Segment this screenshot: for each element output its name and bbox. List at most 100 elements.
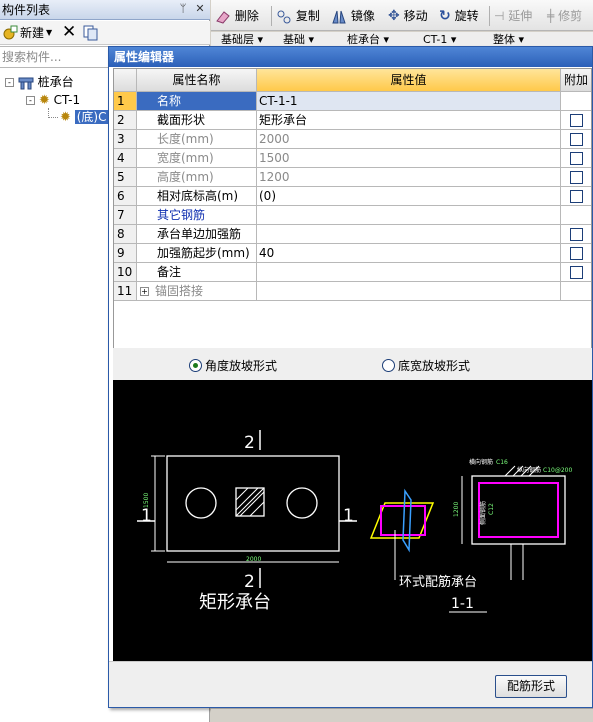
row-number: 3	[114, 130, 137, 149]
property-name-text: 备注	[157, 265, 182, 279]
property-value[interactable]: CT-1-1	[257, 92, 561, 111]
annot-side-val: C12	[488, 503, 495, 515]
type-select[interactable]: 桩承台 ▾	[347, 33, 389, 47]
new-component-button[interactable]: 新建 ▼	[2, 24, 52, 41]
row-number: 4	[114, 149, 137, 168]
pile-cap-icon	[18, 77, 34, 89]
property-name-text: 宽度(mm)	[157, 151, 214, 165]
rebar-form-button[interactable]: 配筋形式	[495, 675, 567, 698]
extra-checkbox[interactable]	[570, 114, 583, 127]
column-header-extra: 附加	[561, 69, 591, 92]
property-name: 截面形状	[137, 111, 257, 130]
column-hatch-lines	[235, 487, 265, 517]
new-component-label: 新建	[20, 26, 45, 40]
property-value[interactable]: 矩形承台	[257, 111, 561, 130]
tree-node-pile-cap[interactable]: - 桩承台	[5, 73, 74, 91]
radio-angle-label: 角度放坡形式	[205, 359, 278, 373]
property-extra-cell	[561, 111, 591, 130]
trim-button[interactable]: ╪ 修剪	[547, 6, 582, 26]
section-mark-right: 1	[343, 506, 354, 526]
extra-checkbox[interactable]	[570, 266, 583, 279]
scope-select[interactable]: 整体 ▾	[493, 33, 524, 47]
property-name: 加强筋起步(mm)	[137, 244, 257, 263]
expand-icon[interactable]: +	[140, 287, 149, 296]
section-mark-bottom: 2	[244, 572, 255, 592]
gear-icon: ✹	[60, 110, 71, 125]
mirror-button[interactable]: 镜像	[331, 6, 375, 26]
property-name-text: 名称	[157, 94, 182, 108]
move-button[interactable]: ✥ 移动	[388, 6, 428, 26]
extend-icon: ⊣	[494, 9, 505, 23]
column-header-value: 属性值	[257, 69, 561, 92]
new-component-icon	[3, 25, 18, 39]
delete-button[interactable]: 删除	[215, 6, 259, 26]
cad-preview: 2 1500 2000 1 1 2 矩形承台 环式配筋承台 1200 横向钢筋 …	[113, 380, 592, 661]
extra-checkbox[interactable]	[570, 247, 583, 260]
radio-angle-dot[interactable]	[189, 359, 202, 372]
new-dropdown-icon[interactable]: ▼	[46, 28, 52, 37]
rotate-icon: ↻	[439, 8, 451, 24]
extra-checkbox[interactable]	[570, 228, 583, 241]
tree-collapse-icon[interactable]: -	[5, 78, 14, 87]
section-mark-top: 2	[244, 433, 255, 453]
toolbar-separator	[489, 6, 490, 26]
mirror-label: 镜像	[350, 9, 375, 23]
annot-horizontal-val: C16	[496, 459, 508, 466]
plan-caption: 矩形承台	[199, 592, 271, 613]
move-label: 移动	[403, 9, 428, 23]
row-number: 5	[114, 168, 137, 187]
copy-component-icon[interactable]	[83, 25, 99, 41]
property-editor-title: 属性编辑器	[109, 47, 592, 67]
property-name: 承台单边加强筋	[137, 225, 257, 244]
radio-width-dot[interactable]	[382, 359, 395, 372]
extra-checkbox[interactable]	[570, 190, 583, 203]
eraser-icon	[216, 10, 230, 24]
property-extra-cell	[561, 206, 591, 225]
extend-button[interactable]: ⊣ 延伸	[494, 6, 532, 26]
ring-rebar-vertical	[402, 488, 412, 553]
property-extra-cell	[561, 130, 591, 149]
column-header-name: 属性名称	[137, 69, 257, 92]
floor-select[interactable]: 基础层 ▾	[221, 33, 263, 47]
property-name: 名称	[137, 92, 257, 111]
cad-preview-drawing: 2 1500 2000 1 1 2 矩形承台 环式配筋承台 1200 横向钢筋 …	[137, 430, 572, 613]
section-caption: 1-1	[451, 596, 474, 612]
dim-length-text: 2000	[246, 556, 261, 563]
property-value[interactable]	[257, 263, 561, 282]
tree-node-ct-1-sub[interactable]: ✹ (底)C	[60, 108, 109, 126]
radio-angle-slope[interactable]: 角度放坡形式	[189, 357, 277, 374]
extra-checkbox[interactable]	[570, 152, 583, 165]
trim-icon: ╪	[547, 9, 555, 23]
category-select[interactable]: 基础 ▾	[283, 33, 314, 47]
annot-longitudinal: 纵向钢筋	[517, 466, 541, 474]
extra-checkbox[interactable]	[570, 133, 583, 146]
component-select[interactable]: CT-1 ▾	[423, 33, 456, 47]
property-name: + 锚固搭接	[137, 282, 257, 301]
pile-right	[286, 487, 318, 519]
property-value[interactable]	[257, 206, 561, 225]
tree-label-selected: (底)C	[74, 110, 109, 124]
row-number: 10	[114, 263, 137, 282]
radio-width-slope[interactable]: 底宽放坡形式	[382, 357, 470, 374]
property-value[interactable]: (0)	[257, 187, 561, 206]
property-value[interactable]	[257, 225, 561, 244]
property-value[interactable]: 1500	[257, 149, 561, 168]
delete-component-icon[interactable]: ✕	[62, 22, 76, 42]
row-number: 11	[114, 282, 137, 301]
property-value[interactable]	[257, 282, 561, 301]
close-panel-icon[interactable]: ✕	[193, 2, 207, 16]
component-search-input[interactable]: 搜索构件...	[0, 46, 110, 68]
extra-checkbox[interactable]	[570, 171, 583, 184]
tree-collapse-icon[interactable]: -	[26, 96, 35, 105]
copy-button[interactable]: 复制	[276, 6, 320, 26]
property-value[interactable]: 1200	[257, 168, 561, 187]
property-extra-cell	[561, 225, 591, 244]
property-extra-cell	[561, 168, 591, 187]
property-value[interactable]: 40	[257, 244, 561, 263]
property-value[interactable]: 2000	[257, 130, 561, 149]
pin-icon[interactable]: ᛘ	[176, 2, 190, 16]
tree-node-ct-1[interactable]: - ✹ CT-1	[26, 91, 80, 109]
rotate-button[interactable]: ↻ 旋转	[439, 6, 479, 26]
trim-label: 修剪	[558, 9, 583, 23]
property-name-text: 锚固搭接	[155, 284, 204, 298]
